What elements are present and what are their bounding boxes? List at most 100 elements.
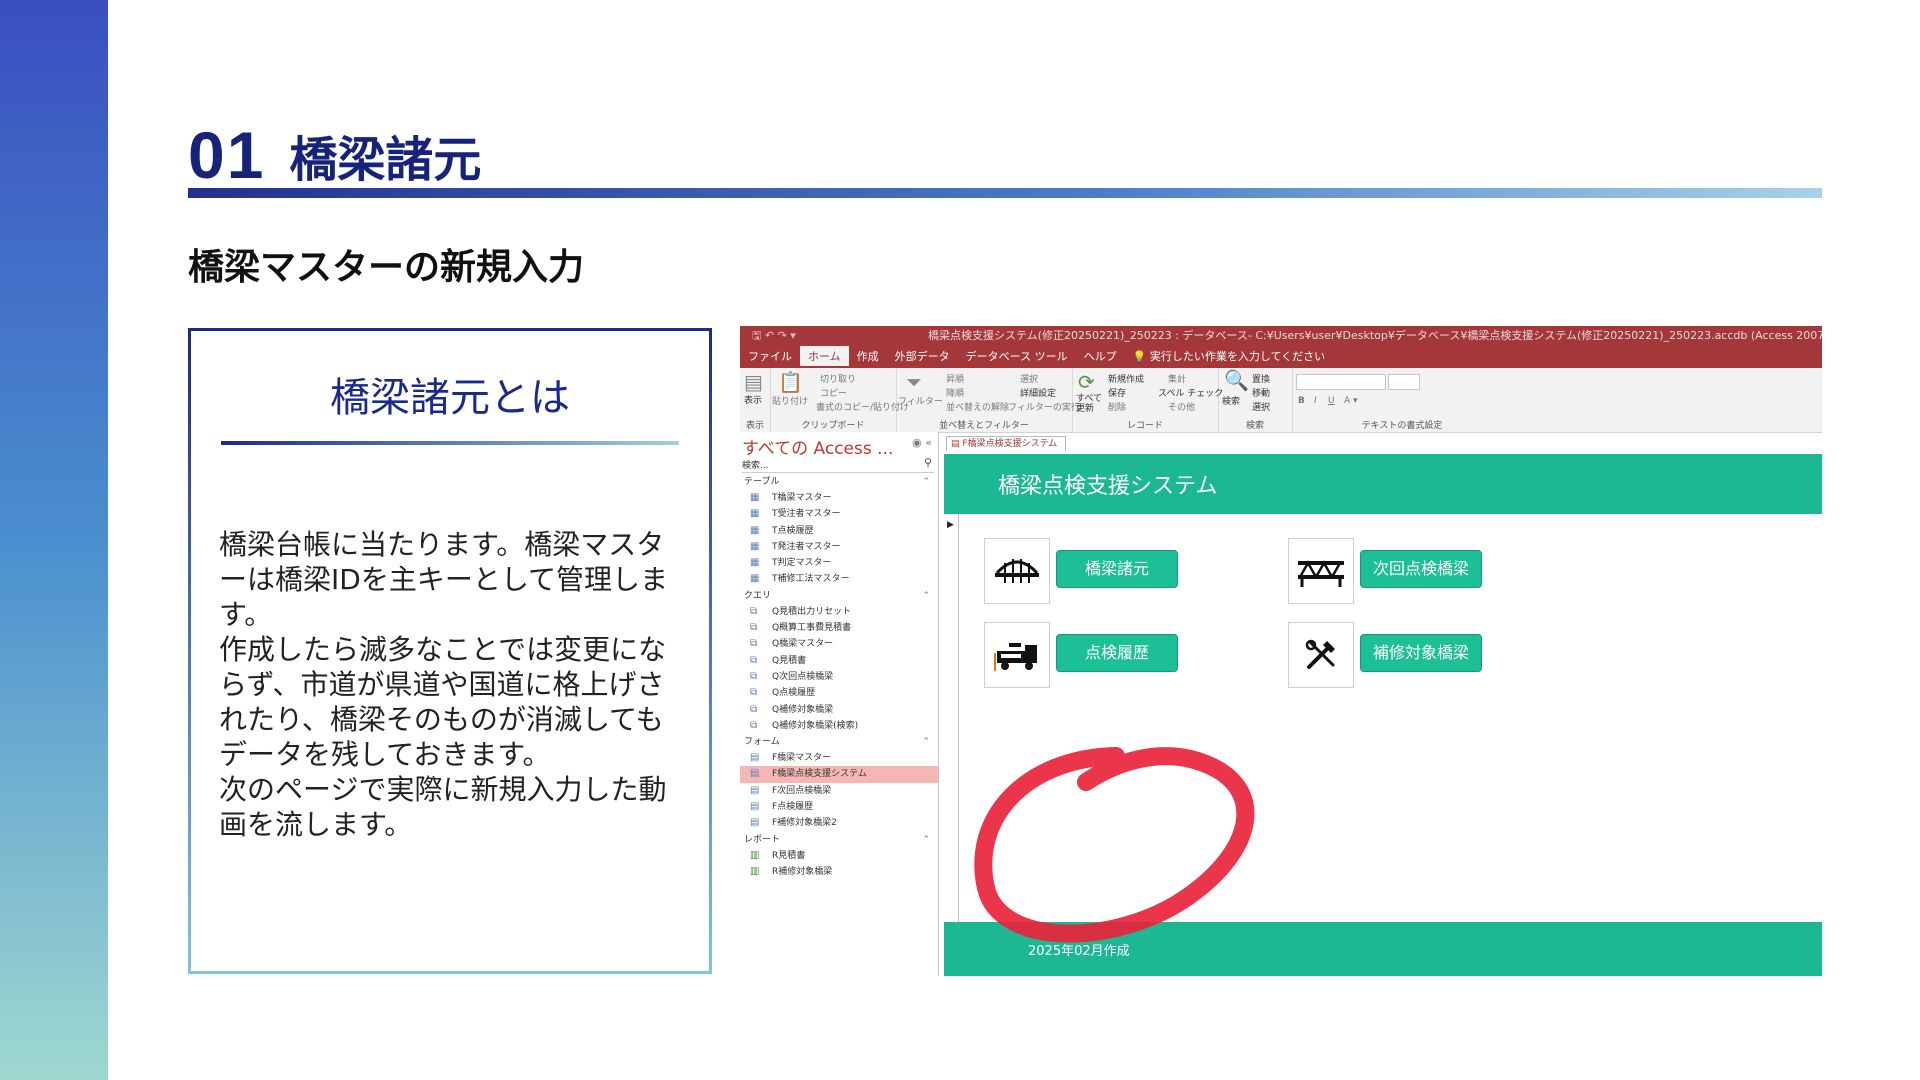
current-record-icon: ▶ [947,520,954,530]
nav-group-header[interactable]: フォーム ⌃ [740,734,938,750]
nav-item-label: F次回点検橋梁 [772,785,832,796]
query-icon: ⧉ [750,703,758,715]
spelling-button[interactable]: スペル チェック [1158,386,1223,399]
group-text-format: B I U A ▾ テキストの書式設定 [1292,368,1512,432]
quick-access-icons[interactable]: 🖫 ↶ ↷ ▾ [752,326,796,346]
filter-button[interactable]: フィルター [898,394,943,407]
select-button[interactable]: 選択 [1252,400,1270,413]
sort-descending-button[interactable]: 降順 [946,386,964,399]
nav-item-label: Q補修対象橋梁 [772,704,834,715]
totals-button[interactable]: 集計 [1168,372,1186,385]
info-box-divider [221,441,679,445]
nav-item[interactable]: ⧉ Q補修対象橋梁 [740,702,938,718]
nav-item[interactable]: ⧉ Q補修対象橋梁(検索) [740,718,938,734]
nav-item[interactable]: ⧉ Q次回点検橋梁 [740,669,938,685]
font-size-select[interactable] [1388,374,1420,390]
bridge-specs-button[interactable]: 橋梁諸元 [1056,550,1178,588]
more-button[interactable]: その他 [1168,400,1195,413]
nav-item[interactable]: ⧉ Q概算工事費見積書 [740,620,938,636]
inspection-history-button[interactable]: 点検履歴 [1056,634,1178,672]
toggle-filter-button[interactable]: フィルターの実行 [1008,400,1080,413]
nav-pane-title[interactable]: すべての Access ... [742,434,893,459]
nav-item-label: Q点検履歴 [772,688,816,699]
find-button[interactable]: 検索 [1222,394,1240,407]
cut-button[interactable]: 切り取り [820,372,856,385]
sort-ascending-button[interactable]: 昇順 [946,372,964,385]
paste-button[interactable]: 貼り付け [772,394,808,407]
chevron-up-icon: ⌃ [922,737,930,748]
report-icon: ▥ [750,849,760,861]
selection-filter-button[interactable]: 選択 [1020,372,1038,385]
nav-item[interactable]: ▥ R補修対象橋梁 [740,864,938,880]
nav-item[interactable]: ▤ F点検履歴 [740,799,938,815]
refresh-all-button[interactable]: すべて 更新 [1076,394,1102,414]
info-box-title: 橋梁諸元とは [330,375,570,421]
nav-pane-collapse-icon[interactable]: ◉ « [912,436,932,449]
tell-me-box[interactable]: 💡 実行したい作業を入力してください [1133,346,1326,368]
next-inspection-button[interactable]: 次回点検橋梁 [1360,550,1482,588]
tab-database-tools[interactable]: データベース ツール [958,346,1076,368]
record-selector[interactable]: ▶ [944,514,959,976]
ribbon: ▤ 表示 表示 📋 貼り付け 切り取り コピー 書式のコピー/貼り付け クリップ… [740,368,1822,433]
nav-item-label: T補修工法マスター [772,574,850,585]
font-color-button[interactable]: A ▾ [1344,396,1358,406]
tab-help[interactable]: ヘルプ [1076,346,1125,368]
tab-home[interactable]: ホーム [800,346,849,368]
nav-group-header[interactable]: レポート ⌃ [740,832,938,848]
nav-item[interactable]: ▤ F補修対象橋梁2 [740,815,938,831]
form-icon: ▤ [750,784,760,796]
nav-group-header[interactable]: テーブル ⌃ [740,474,938,490]
goto-button[interactable]: 移動 [1252,386,1270,399]
tab-external-data[interactable]: 外部データ [887,346,958,368]
nav-item-label: T受注者マスター [772,509,841,520]
group-label-text-format: テキストの書式設定 [1361,421,1443,431]
section-name: 橋梁諸元 [289,132,482,188]
table-icon: ▦ [750,524,760,536]
nav-item[interactable]: ▦ T補修工法マスター [740,571,938,587]
footer-created-date: 2025年02月作成 [1028,944,1130,959]
italic-button[interactable]: I [1314,396,1317,406]
nav-item[interactable]: ▦ T点検履歴 [740,523,938,539]
nav-item-label: T橋梁マスター [772,493,832,503]
nav-group-label: テーブル [744,477,780,487]
tab-file[interactable]: ファイル [740,346,800,368]
nav-item[interactable]: ▤ F橋梁点検支援システム [740,766,938,783]
repair-target-button[interactable]: 補修対象橋梁 [1360,634,1482,672]
delete-record-button[interactable]: 削除 [1108,400,1126,413]
save-record-button[interactable]: 保存 [1108,386,1126,399]
nav-item[interactable]: ▦ T受注者マスター [740,506,938,522]
advanced-filter-button[interactable]: 詳細設定 [1020,386,1056,399]
nav-item[interactable]: ▦ T判定マスター [740,555,938,571]
form-icon: ▤ [750,752,760,764]
nav-group-header[interactable]: クエリ ⌃ [740,588,938,604]
nav-item[interactable]: ▥ R見積書 [740,848,938,864]
document-tab[interactable]: ▤ F橋梁点検支援システム [946,436,1067,451]
remove-sort-button[interactable]: 並べ替えの解除 [946,400,1009,413]
form-icon: ▤ [951,439,960,449]
nav-item[interactable]: ▦ T橋梁マスター [740,490,938,506]
copy-button[interactable]: コピー [820,386,847,399]
replace-button[interactable]: 置換 [1252,372,1270,385]
nav-item[interactable]: ▤ F橋梁マスター [740,750,938,766]
underline-button[interactable]: U [1328,396,1335,406]
font-name-select[interactable] [1296,374,1386,390]
section-title: 01 橋梁諸元 [188,118,481,188]
bold-button[interactable]: B [1298,396,1305,406]
nav-item[interactable]: ▤ F次回点検橋梁 [740,783,938,799]
group-find: 🔍 検索 置換 移動 選択 検索 [1218,368,1293,432]
nav-item[interactable]: ⧉ Q点検履歴 [740,685,938,701]
nav-item[interactable]: ⧉ Q見積書 [740,653,938,669]
title-underline [188,188,1822,198]
new-record-button[interactable]: 新規作成 [1108,372,1144,385]
tab-create[interactable]: 作成 [849,346,887,368]
nav-search-input[interactable]: 検索... ⚲ [742,456,934,473]
nav-item-label: F橋梁点検支援システム [772,769,867,780]
report-icon: ▥ [750,865,760,877]
view-button[interactable]: 表示 [744,393,762,406]
chevron-up-icon: ⌃ [922,477,930,487]
section-number: 01 [188,118,266,192]
nav-item[interactable]: ⧉ Q見積出力リセット [740,604,938,620]
nav-item[interactable]: ⧉ Q橋梁マスター [740,636,938,652]
group-label-sort-filter: 並べ替えとフィルター [939,421,1029,431]
nav-item[interactable]: ▦ T発注者マスター [740,539,938,555]
